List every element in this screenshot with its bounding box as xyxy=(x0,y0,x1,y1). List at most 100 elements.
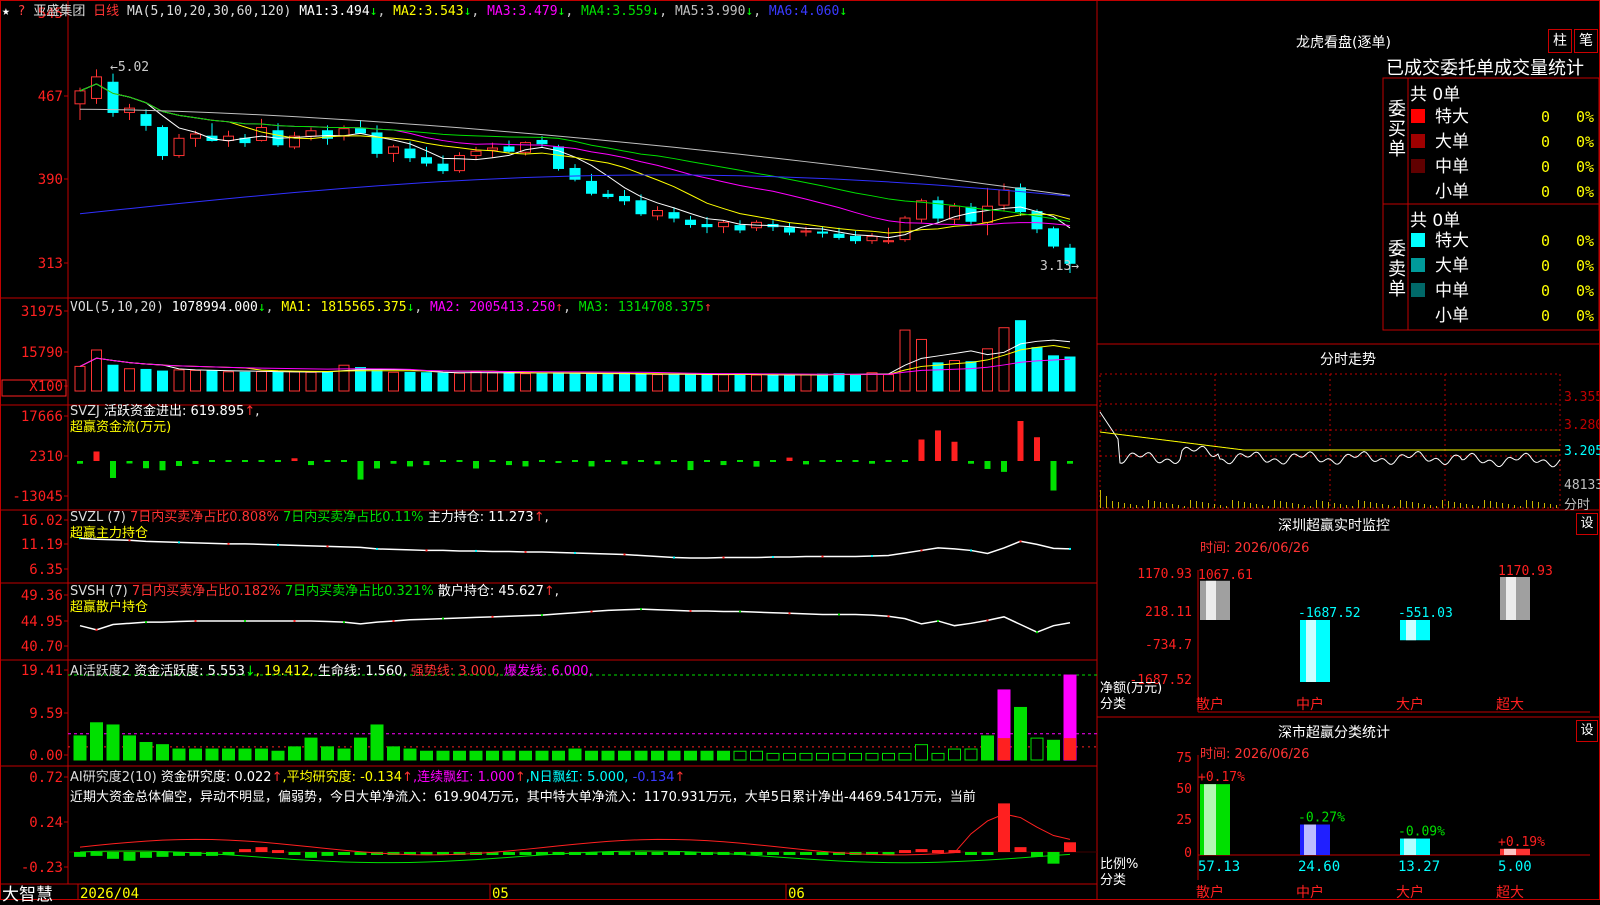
intraday-vol-bar xyxy=(1136,505,1137,508)
svzj-bar xyxy=(935,430,941,461)
stock-chart-canvas[interactable]: 5454673903133197515790X100176662310-1304… xyxy=(0,0,1600,900)
svzj-tick xyxy=(456,460,463,462)
classify-ytick: 0 xyxy=(1184,846,1192,861)
svzl-marker xyxy=(772,556,774,559)
monitor-ytick: 1170.93 xyxy=(1137,567,1192,582)
volume-bar xyxy=(883,374,894,392)
intraday-vol-bar xyxy=(1466,504,1467,508)
svzj-text: 活跃资金进出: 619.895 xyxy=(104,404,245,419)
aiy-bar xyxy=(503,852,515,855)
ai2-bar xyxy=(502,750,516,761)
intraday-vol-bar xyxy=(1388,505,1389,508)
ai2-t1: 资金活跃度: 5.553 xyxy=(134,664,245,679)
candle-body xyxy=(388,146,399,154)
intraday-vol-bar xyxy=(1436,506,1437,508)
candle-body xyxy=(404,148,416,159)
svzj-header: SVZJ 活跃资金进出: 619.895↑, 超赢资金流(万元) xyxy=(70,404,259,436)
ma2-name: MA2: xyxy=(393,4,425,19)
aiy-bar xyxy=(338,852,350,855)
stock-name[interactable]: 亚盛集团 xyxy=(33,4,85,19)
intraday-vol-bar xyxy=(1208,503,1209,508)
aiy-header: AI研究度2(10) 资金研究度: 0.022↑,平均研究度: -0.134↑,… xyxy=(70,768,1095,808)
intraday-vol-bar xyxy=(1304,505,1305,508)
favorite-star-icon[interactable]: ★ xyxy=(2,4,10,19)
ai2-bar xyxy=(750,750,763,761)
svzj-tick xyxy=(539,460,545,462)
aiy-red-line xyxy=(79,813,1071,856)
svsh-marker xyxy=(145,621,147,624)
intraday-vol-bar xyxy=(1508,504,1509,508)
volume-bar xyxy=(124,368,135,392)
classify-ylabel: 比例% xyxy=(1100,857,1139,872)
ai2-axis-tick: 0.00 xyxy=(29,748,63,764)
ai2-bar xyxy=(667,750,681,761)
svzj-tick xyxy=(902,460,908,462)
ma6-arrow: ↓ xyxy=(839,4,848,19)
volume-bar xyxy=(553,372,564,392)
aiy-summary: 近期大资金总体偏空，异动不明显，偏弱势，今日大单净流入：619.904万元，其中… xyxy=(70,790,976,805)
period-label[interactable]: 日线 xyxy=(93,4,119,19)
svzl-arrow: ↑ xyxy=(533,510,545,525)
volume-bar xyxy=(718,374,729,392)
volume-bar xyxy=(74,365,86,392)
volume-bar xyxy=(965,361,977,392)
volume-bar xyxy=(998,327,1010,392)
ai2-bar xyxy=(387,746,400,761)
classify-axis-labels: 比例% 分类 xyxy=(1100,857,1138,889)
intraday-price-1: 3.355 xyxy=(1564,390,1600,405)
svzl-marker xyxy=(425,549,428,552)
intraday-vol-bar xyxy=(1514,505,1515,508)
vol-axis-tick: 15790 xyxy=(21,345,63,361)
intraday-vol-bar xyxy=(1460,503,1461,508)
ai2-bar xyxy=(288,746,301,761)
candle-body xyxy=(586,180,597,194)
svzj-bar xyxy=(192,461,199,464)
aiy-bar xyxy=(107,852,119,859)
svzj-tick xyxy=(737,460,743,462)
volume-bar xyxy=(850,374,861,392)
monitor-ytick: 218.11 xyxy=(1145,605,1192,620)
ma6-value: 4.060 xyxy=(800,4,840,19)
candle-body xyxy=(668,212,680,219)
candle-body xyxy=(256,127,267,141)
intraday-vol-bar xyxy=(1178,505,1179,508)
svzj-bar xyxy=(555,461,562,464)
candle-body xyxy=(454,155,465,172)
volume-bar xyxy=(784,374,795,392)
monitor-settings-button[interactable]: 设 xyxy=(1576,513,1598,535)
candle-body xyxy=(173,137,185,157)
classify-settings-button[interactable]: 设 xyxy=(1576,720,1598,742)
svzj-bar xyxy=(522,461,529,467)
svzj-bar xyxy=(473,461,479,469)
ai2-bar xyxy=(882,752,895,761)
sell-side-label: 委卖单 xyxy=(1388,239,1406,300)
ai2-bar xyxy=(601,750,615,761)
monitor-time: 时间: 2026/06/26 xyxy=(1200,541,1310,556)
candle-body xyxy=(998,189,1010,206)
order-count: 0 xyxy=(1541,183,1550,201)
classify-total: 24.60 xyxy=(1298,859,1340,875)
aiy-bar xyxy=(767,852,779,855)
svzl-axis-tick: 16.02 xyxy=(21,513,63,529)
tick-view-button[interactable]: 笔 xyxy=(1574,29,1598,53)
aiy-bar xyxy=(635,852,647,855)
aiy-axis-tick: 0.24 xyxy=(29,815,63,831)
ai2-bar xyxy=(255,748,268,761)
vol-ma3-arrow: ↑ xyxy=(704,300,712,315)
candle-body xyxy=(503,146,515,152)
intraday-vol-bar xyxy=(1118,502,1119,508)
ai2-bar xyxy=(849,752,862,761)
aiy-bar xyxy=(602,852,614,855)
ai2-bar xyxy=(222,748,235,761)
stock-menu-icon[interactable]: ? xyxy=(18,4,26,19)
ai2-bar xyxy=(684,750,697,761)
intraday-vol-bar xyxy=(1430,505,1431,508)
volume-bar xyxy=(520,373,531,392)
svzj-bar xyxy=(374,461,380,469)
volume-bar xyxy=(223,371,234,392)
volume-bar xyxy=(817,373,828,392)
classify-ytick: 75 xyxy=(1176,751,1192,766)
svzj-bar xyxy=(687,461,694,471)
bar-view-button[interactable]: 柱 xyxy=(1548,29,1572,53)
svsh-marker xyxy=(442,617,444,620)
